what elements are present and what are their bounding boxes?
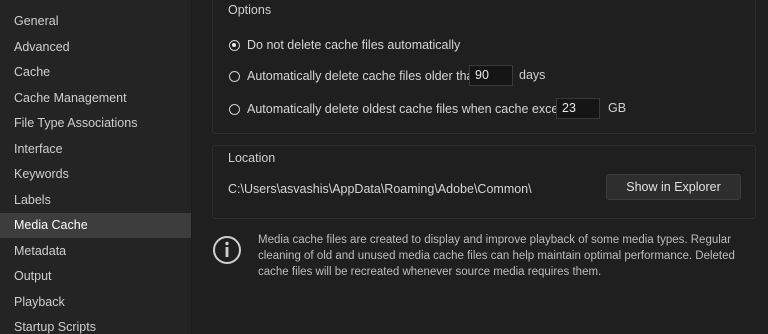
radio-delete-older[interactable] (229, 70, 240, 82)
sidebar-item-general[interactable]: General (0, 9, 191, 34)
sidebar-item-startup-scripts[interactable]: Startup Scripts (0, 315, 191, 334)
show-in-explorer-button[interactable]: Show in Explorer (606, 174, 741, 200)
radio-delete-exceeds-label[interactable]: Automatically delete oldest cache files … (247, 102, 578, 116)
sidebar-item-metadata[interactable]: Metadata (0, 239, 191, 264)
gb-unit: GB (608, 101, 627, 115)
location-panel: Location C:\Users\asvashis\AppData\Roami… (212, 145, 756, 219)
sidebar-item-file-type-associations[interactable]: File Type Associations (0, 111, 191, 136)
sidebar: General Advanced Cache Cache Management … (0, 0, 191, 334)
days-input[interactable]: 90 (469, 65, 513, 86)
sidebar-item-cache-management[interactable]: Cache Management (0, 86, 191, 111)
sidebar-item-labels[interactable]: Labels (0, 188, 191, 213)
preferences-window: General Advanced Cache Cache Management … (0, 0, 768, 334)
sidebar-item-cache[interactable]: Cache (0, 60, 191, 85)
sidebar-divider (191, 0, 192, 334)
sidebar-item-keywords[interactable]: Keywords (0, 162, 191, 187)
radio-delete-older-label[interactable]: Automatically delete cache files older t… (247, 69, 480, 83)
info-text: Media cache files are created to display… (258, 234, 735, 278)
radio-delete-exceeds[interactable] (229, 103, 240, 115)
radio-row-delete-exceeds: Automatically delete oldest cache files … (229, 100, 578, 118)
sidebar-item-advanced[interactable]: Advanced (0, 35, 191, 60)
radio-no-delete-label[interactable]: Do not delete cache files automatically (247, 38, 460, 52)
radio-row-no-delete: Do not delete cache files automatically (229, 36, 460, 54)
radio-row-delete-older: Automatically delete cache files older t… (229, 67, 480, 85)
gb-input[interactable]: 23 (556, 98, 600, 119)
sidebar-item-interface[interactable]: Interface (0, 137, 191, 162)
cache-path: C:\Users\asvashis\AppData\Roaming\Adobe\… (228, 182, 532, 196)
sidebar-item-playback[interactable]: Playback (0, 290, 191, 315)
radio-no-delete[interactable] (229, 39, 240, 51)
options-panel: Options Do not delete cache files automa… (212, 0, 756, 134)
sidebar-item-output[interactable]: Output (0, 264, 191, 289)
sidebar-item-media-cache[interactable]: Media Cache (0, 213, 191, 238)
days-unit: days (519, 68, 546, 82)
options-title: Options (228, 3, 272, 17)
location-title: Location (228, 151, 276, 165)
info-icon (213, 236, 241, 264)
